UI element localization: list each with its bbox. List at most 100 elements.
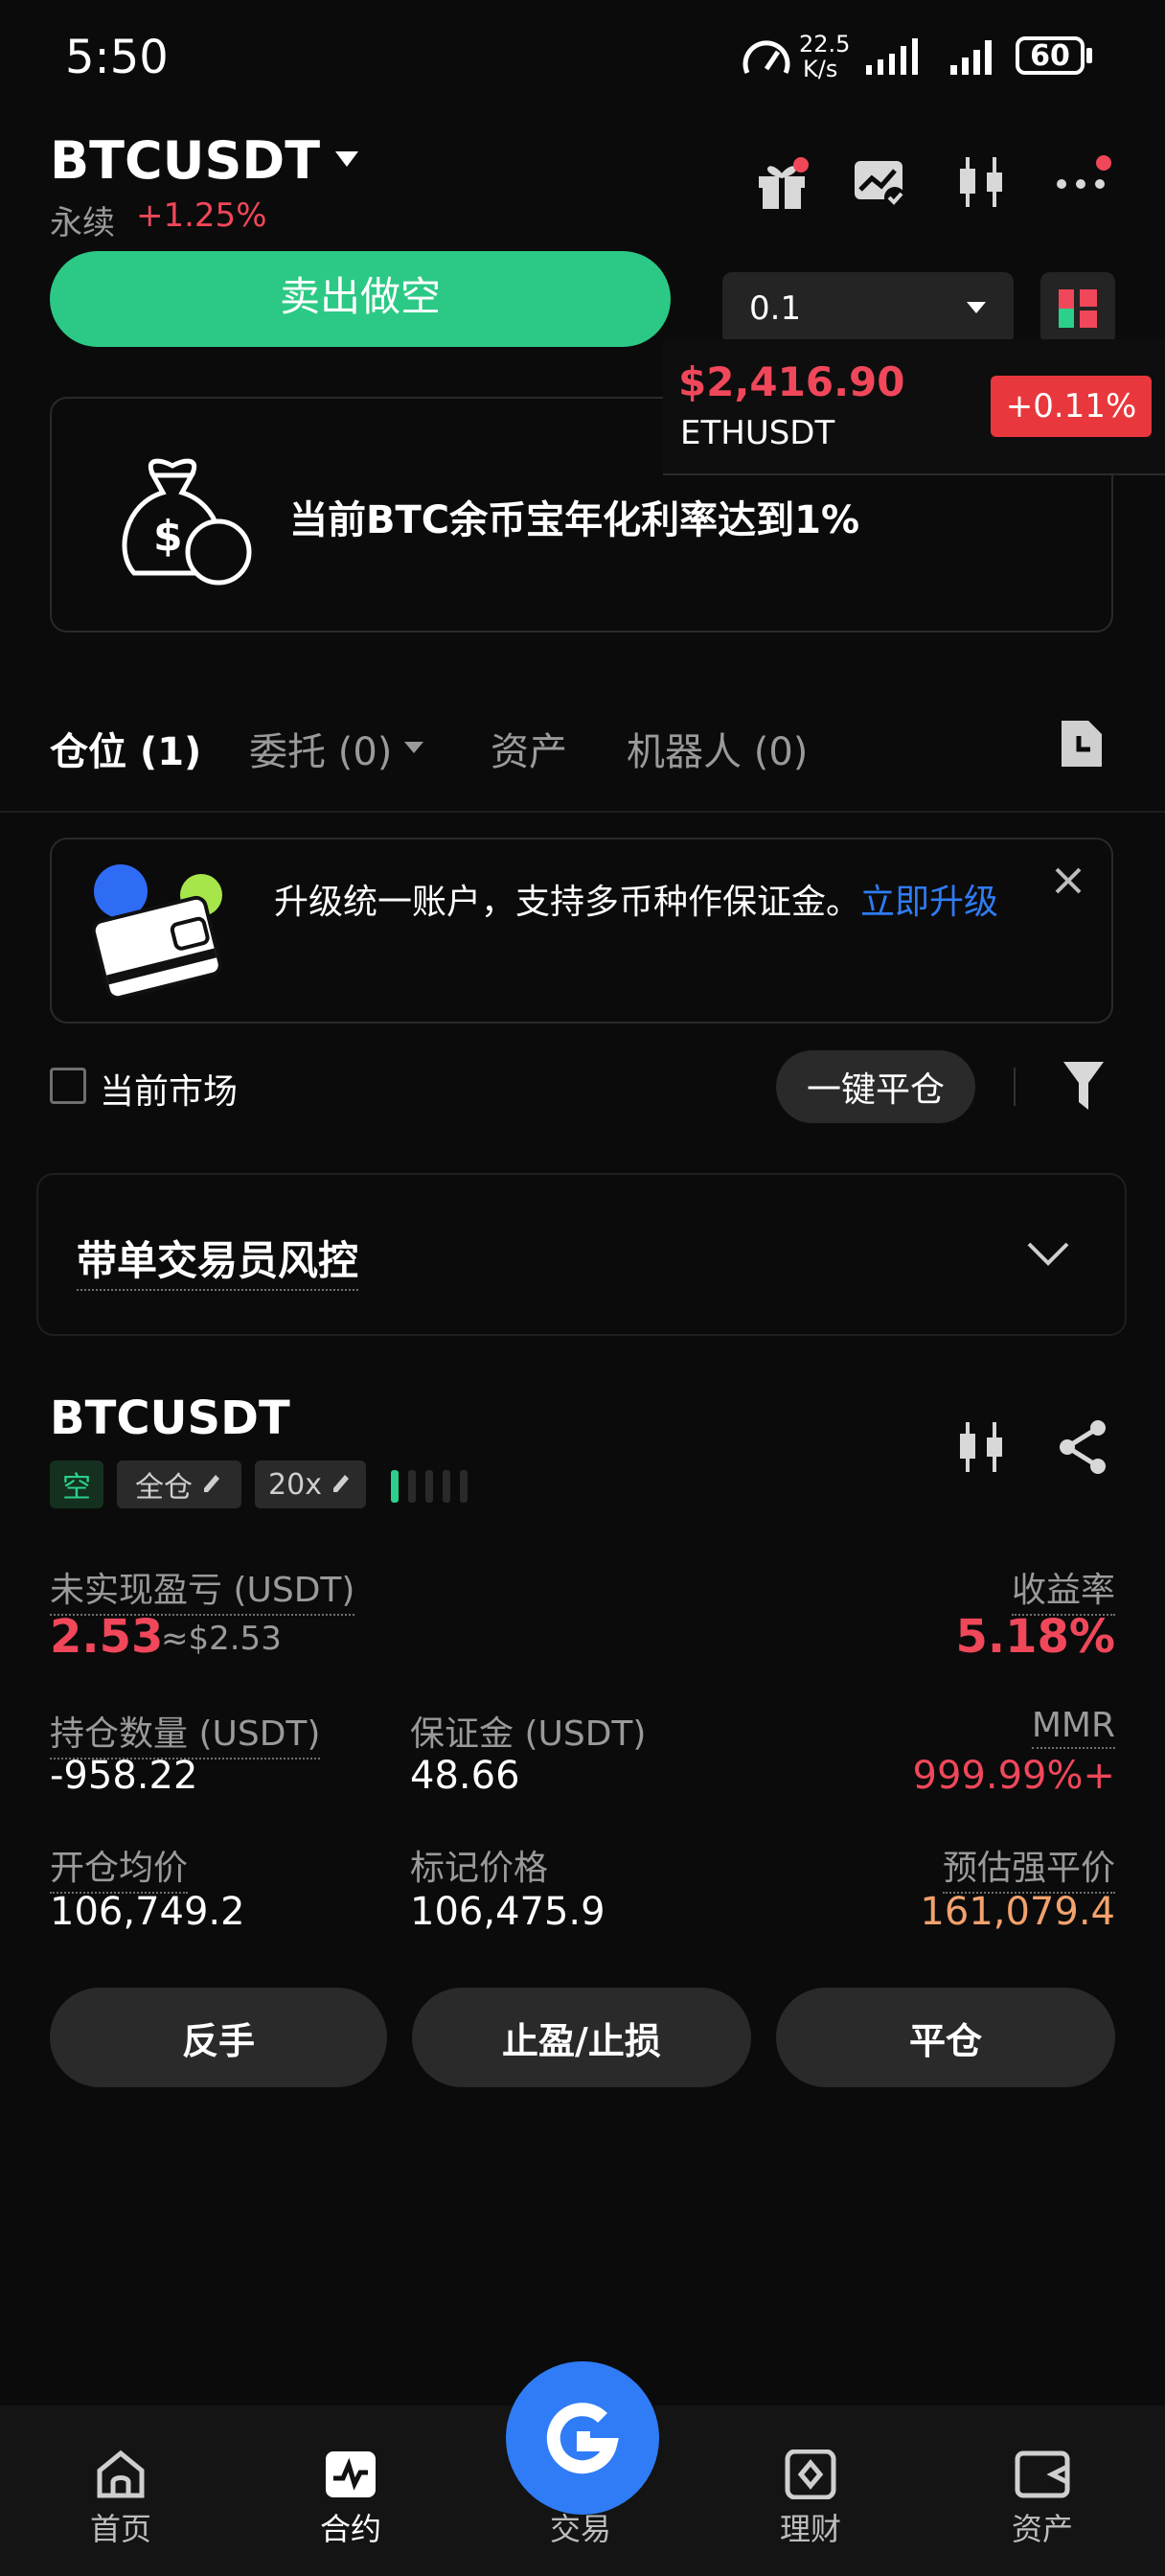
risk-level-bars (391, 1470, 479, 1506)
candlestick-icon[interactable] (956, 1418, 1008, 1480)
size-value: -958.22 (50, 1754, 198, 1798)
quantity-select[interactable]: 0.1 (722, 272, 1014, 345)
unrealized-pnl-usd: ≈$2.53 (161, 1620, 282, 1658)
history-icon[interactable] (1058, 717, 1106, 774)
roe-value: 5.18% (955, 1610, 1115, 1664)
earn-icon (785, 2450, 836, 2499)
mark-label: 标记价格 (410, 1849, 549, 1888)
futures-icon (326, 2451, 376, 2497)
close-all-label: 一键平仓 (806, 1070, 945, 1110)
status-time: 5:50 (65, 31, 169, 84)
symbol-change: +1.25% (136, 196, 267, 235)
symbol-selector[interactable]: BTCUSDT (50, 130, 360, 191)
close-icon[interactable] (1054, 866, 1083, 899)
symbol-title: BTCUSDT (50, 130, 321, 191)
risk-control-panel[interactable]: 带单交易员风控 (36, 1173, 1127, 1336)
roe-label: 收益率 (1011, 1562, 1115, 1616)
reverse-button[interactable]: 反手 (50, 1988, 387, 2087)
chart-settings-icon[interactable] (853, 159, 908, 213)
tab-orders-label: 委托 (0) (249, 730, 393, 774)
tab-divider (0, 811, 1165, 813)
upgrade-text: 升级统一账户，支持多币种作保证金。 (274, 883, 861, 922)
signal-icon (862, 36, 929, 82)
risk-control-title: 带单交易员风控 (77, 1229, 359, 1291)
nav-earn-label: 理财 (779, 2511, 841, 2547)
filter-icon[interactable] (1062, 1060, 1106, 1116)
side-tag: 空 (50, 1460, 103, 1508)
nav-futures[interactable]: 合约 (293, 2450, 408, 2549)
battery-level: 60 (1030, 38, 1070, 73)
mmr-label: MMR (1031, 1706, 1115, 1749)
size-label: 持仓数量 (USDT) (50, 1706, 321, 1760)
entry-label: 开仓均价 (50, 1840, 189, 1894)
ticker-price: $2,416.90 (678, 358, 905, 405)
money-bag-icon: $ (105, 447, 259, 594)
edit-icon (330, 1468, 353, 1502)
divider (1014, 1068, 1016, 1106)
tab-orders[interactable]: 委托 (0) (249, 721, 424, 776)
entry-value: 106,749.2 (50, 1890, 245, 1934)
promo-text: 当前BTC余币宝年化利率达到1% (289, 498, 860, 542)
ticker-change-badge: +0.11% (991, 376, 1152, 437)
tab-assets-label: 资产 (491, 730, 567, 774)
layout-toggle-icon[interactable] (1040, 272, 1115, 345)
caret-down-icon (333, 150, 360, 172)
unrealized-pnl-label: 未实现盈亏 (USDT) (50, 1562, 355, 1616)
contract-type: 永续 (50, 204, 115, 242)
tab-assets[interactable]: 资产 (491, 721, 567, 776)
current-market-label: 当前市场 (100, 1072, 239, 1112)
edit-icon (200, 1468, 223, 1502)
share-icon[interactable] (1056, 1418, 1109, 1480)
quantity-value: 0.1 (749, 289, 802, 328)
status-bar: 5:50 22.5 K/s 60 (0, 0, 1165, 115)
current-market-checkbox[interactable] (50, 1068, 86, 1104)
close-all-button[interactable]: 一键平仓 (776, 1050, 975, 1123)
tab-positions-label: 仓位 (1) (50, 730, 202, 774)
upgrade-link[interactable]: 立即升级 (860, 883, 998, 922)
ticker-popup[interactable]: $2,416.90 ETHUSDT +0.11% (663, 339, 1165, 475)
leverage-tag[interactable]: 20x (255, 1460, 366, 1508)
gift-icon[interactable] (753, 155, 811, 217)
nav-trade-label: 交易 (549, 2511, 611, 2547)
chevron-down-icon[interactable] (1025, 1240, 1071, 1271)
nav-home-label: 首页 (89, 2511, 151, 2547)
nav-trade[interactable]: 交易 (523, 2450, 638, 2549)
signal-icon-2 (948, 36, 1002, 82)
margin-label: 保证金 (USDT) (410, 1714, 647, 1754)
sell-short-button[interactable]: 卖出做空 (50, 251, 671, 347)
nav-home[interactable]: 首页 (63, 2450, 178, 2549)
tab-bots[interactable]: 机器人 (0) (627, 721, 808, 776)
battery-icon: 60 (1016, 36, 1085, 75)
nav-earn[interactable]: 理财 (753, 2450, 868, 2549)
tab-bots-label: 机器人 (0) (627, 730, 809, 774)
ticker-symbol: ETHUSDT (680, 414, 835, 452)
svg-text:$: $ (153, 512, 183, 561)
more-icon[interactable] (1054, 153, 1113, 203)
upgrade-notice[interactable]: 升级统一账户，支持多币种作保证金。立即升级 (50, 838, 1113, 1024)
mmr-value: 999.99%+ (912, 1754, 1115, 1798)
net-speed-unit: K/s (803, 56, 838, 82)
tab-positions[interactable]: 仓位 (1) (50, 721, 201, 776)
mark-value: 106,475.9 (410, 1890, 605, 1934)
candlestick-icon[interactable] (956, 153, 1008, 215)
unrealized-pnl-value: 2.53 (50, 1610, 164, 1664)
caret-down-icon (966, 300, 987, 318)
ticker-change: +0.11% (1005, 387, 1137, 426)
liq-label: 预估强平价 (942, 1840, 1115, 1894)
margin-value: 48.66 (410, 1754, 520, 1798)
net-speed-value: 22.5 (799, 31, 851, 58)
position-symbol: BTCUSDT (50, 1392, 290, 1445)
home-icon (97, 2450, 145, 2498)
nav-assets-label: 资产 (1011, 2511, 1073, 2547)
caret-down-icon (403, 740, 424, 758)
liq-value: 161,079.4 (920, 1890, 1115, 1934)
speedometer-icon (742, 36, 791, 82)
nav-futures-label: 合约 (319, 2511, 381, 2547)
sell-short-label: 卖出做空 (279, 272, 441, 320)
wallet-icon (1015, 2450, 1070, 2498)
nav-assets[interactable]: 资产 (985, 2450, 1100, 2549)
close-position-button[interactable]: 平仓 (776, 1988, 1115, 2087)
margin-mode-tag[interactable]: 全仓 (117, 1460, 241, 1508)
wallet-illustration-icon (80, 862, 234, 1010)
tp-sl-button[interactable]: 止盈/止损 (412, 1988, 751, 2087)
